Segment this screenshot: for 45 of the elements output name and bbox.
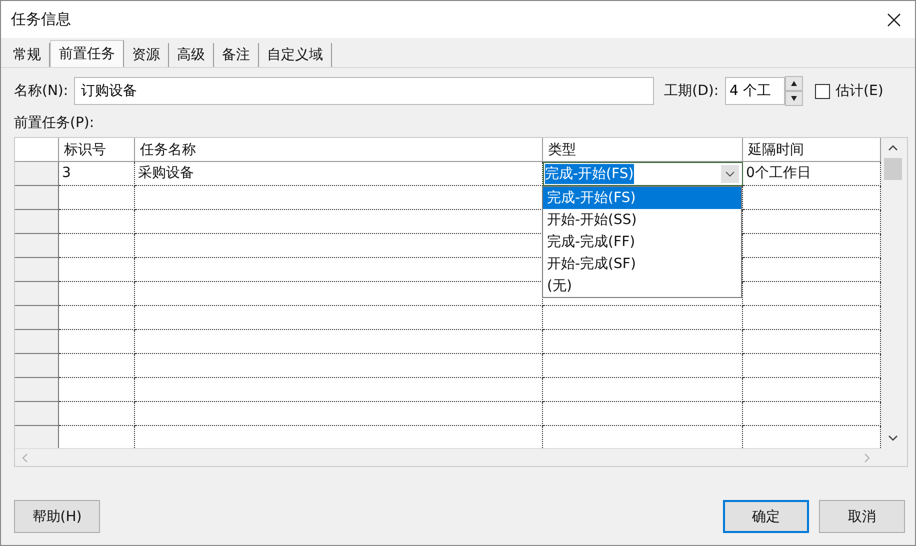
column-header[interactable]: 标识号 bbox=[59, 138, 135, 162]
scroll-down-icon[interactable] bbox=[888, 434, 898, 442]
close-icon[interactable] bbox=[887, 12, 901, 26]
column-header[interactable]: 类型 bbox=[543, 138, 743, 162]
scroll-right-icon[interactable] bbox=[863, 452, 871, 462]
name-input-field[interactable]: 订购设备 bbox=[74, 77, 654, 105]
row-header[interactable] bbox=[15, 258, 59, 282]
cancel-button[interactable]: 取消 bbox=[819, 500, 905, 533]
scroll-left-icon[interactable] bbox=[21, 452, 29, 462]
row-header[interactable] bbox=[15, 354, 59, 378]
duration-input-field[interactable]: 4 个工 bbox=[724, 77, 785, 105]
column-header[interactable]: 延隔时间 bbox=[743, 138, 881, 162]
duration-label: 工期(D): bbox=[664, 82, 719, 100]
scrollbar-thumb[interactable] bbox=[884, 158, 902, 180]
column-header[interactable]: 任务名称 bbox=[135, 138, 543, 162]
dropdown-option[interactable]: (无) bbox=[543, 275, 741, 297]
row-header[interactable] bbox=[15, 378, 59, 402]
dropdown-caret-icon[interactable] bbox=[721, 165, 739, 183]
spin-buttons-icon[interactable] bbox=[784, 76, 803, 106]
scroll-up-icon[interactable] bbox=[888, 144, 898, 152]
row-header[interactable] bbox=[15, 282, 59, 306]
name-label: 名称(N): bbox=[14, 82, 68, 100]
row-header[interactable] bbox=[15, 402, 59, 426]
predecessors-label: 前置任务(P): bbox=[14, 114, 96, 133]
dropdown-option[interactable]: 完成-完成(FF) bbox=[543, 231, 741, 253]
window-title: 任务信息 bbox=[11, 10, 71, 29]
ok-button[interactable]: 确定 bbox=[723, 500, 809, 533]
dropdown-option[interactable]: 开始-完成(SF) bbox=[543, 253, 741, 275]
row-header[interactable] bbox=[15, 210, 59, 234]
dropdown-option[interactable]: 开始-开始(SS) bbox=[543, 209, 741, 231]
type-combo-box[interactable]: 完成-开始(FS) bbox=[543, 162, 743, 186]
estimate-label: 估计(E) bbox=[836, 82, 884, 100]
dropdown-option[interactable]: 完成-开始(FS) bbox=[543, 187, 741, 209]
row-header[interactable] bbox=[15, 186, 59, 210]
table-cell: 3 bbox=[59, 162, 135, 186]
corner-header bbox=[15, 138, 59, 162]
estimate-checkbox[interactable] bbox=[814, 84, 830, 98]
table-cell: 采购设备 bbox=[135, 162, 543, 186]
row-header[interactable] bbox=[15, 234, 59, 258]
row-header[interactable] bbox=[15, 330, 59, 354]
row-header[interactable] bbox=[15, 306, 59, 330]
row-header[interactable] bbox=[15, 162, 59, 186]
row-header[interactable] bbox=[15, 426, 59, 448]
tab[interactable]: 前置任务 bbox=[50, 40, 124, 67]
help-button[interactable]: 帮助(H) bbox=[14, 500, 100, 533]
